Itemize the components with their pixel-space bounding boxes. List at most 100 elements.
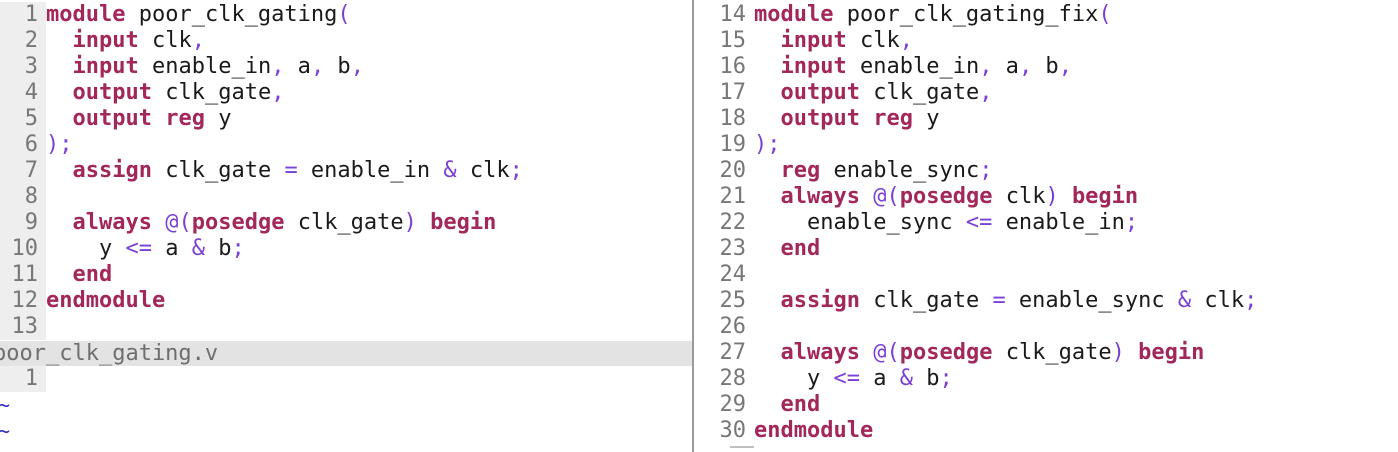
left-editor-pane[interactable]: 1 module poor_clk_gating(2 input clk, 3 in… [0,0,692,452]
identifier-token: enable_in [992,210,1125,235]
identifier-token [46,158,73,183]
code-line[interactable]: 21 always @(posedge clk) begin [700,184,1257,210]
keyword-token: end [72,262,113,287]
identifier-token: a [992,54,1019,79]
identifier-token: b [324,54,351,79]
code-text[interactable]: ); [754,132,781,157]
code-text[interactable]: y <= a & b; [46,236,245,261]
identifier-token: enable_sync [1005,288,1178,313]
keyword-token: input [780,28,847,53]
code-line[interactable]: 6); [0,132,523,158]
line-number: 18 [719,106,747,131]
identifier-token [46,80,73,105]
code-text[interactable]: always @(posedge clk) begin [754,184,1139,209]
code-line[interactable]: 23 end [700,236,1257,262]
code-line[interactable]: 14 module poor_clk_gating_fix( [700,2,1257,28]
keyword-token: endmodule [46,288,166,313]
code-text[interactable]: y <= a & b; [754,366,953,391]
code-line[interactable]: 11 end [0,262,523,288]
code-line[interactable]: 25 assign clk_gate = enable_sync & clk; [700,288,1258,314]
operator-token: ; [979,158,993,183]
code-text[interactable]: input enable_in, a, b, [46,54,364,79]
identifier-token: enable_sync [754,210,966,235]
code-text[interactable]: module poor_clk_gating_fix( [754,2,1112,27]
code-text[interactable]: ); [46,132,73,157]
code-line[interactable]: 26 [700,314,1257,340]
code-text[interactable]: input clk, [754,28,913,53]
identifier-token [754,392,781,417]
code-text[interactable]: assign clk_gate = enable_sync & clk; [754,288,1258,313]
code-text[interactable]: endmodule [754,418,873,443]
code-text[interactable]: enable_sync <= enable_in; [754,210,1138,235]
keyword-token: always [780,340,860,365]
left-code-editor[interactable]: 1 module poor_clk_gating(2 input clk, 3 in… [0,2,523,340]
code-line[interactable]: 16 input enable_in, a, b, [700,54,1257,80]
identifier-token [754,288,781,313]
right-editor-pane[interactable]: 14 module poor_clk_gating_fix(15 input cl… [694,0,1398,452]
code-text[interactable]: output clk_gate, [46,80,285,105]
code-line[interactable]: 24 [700,262,1257,288]
code-line[interactable]: 10 y <= a & b; [0,236,523,262]
code-text[interactable]: input clk, [46,28,205,53]
filename-statusbar: poor_clk_gating.v [0,341,692,366]
code-text[interactable]: end [754,392,821,417]
code-line[interactable]: 15 input clk, [700,28,1257,54]
code-line[interactable]: 29 end [700,392,1257,418]
identifier-token: enable_sync [820,158,980,183]
operator-token: ; [509,158,523,183]
line-number: 3 [0,54,46,80]
right-code-editor[interactable]: 14 module poor_clk_gating_fix(15 input cl… [700,2,1258,444]
operator-token: , [310,54,325,79]
command-buffer[interactable]: 1 ~ ~ [0,366,692,444]
code-line[interactable]: 5 output reg y [0,106,523,132]
code-text[interactable]: output reg y [46,106,232,131]
code-line[interactable]: 12 endmodule [0,288,523,314]
line-number: 29 [719,392,747,417]
code-line[interactable]: 19); [700,132,1257,158]
line-number: 20 [719,158,747,183]
keyword-token: input [780,54,847,79]
code-line[interactable]: 2 input clk, [0,28,523,54]
code-text[interactable]: always @(posedge clk_gate) begin [754,340,1205,365]
command-line[interactable]: 1 [0,366,692,392]
line-number: 26 [719,314,747,339]
identifier-token: clk [138,28,192,53]
code-line[interactable]: 8 [0,184,523,210]
line-number: 5 [0,106,46,132]
line-number: 23 [719,236,747,261]
identifier-token: clk_gate [992,340,1112,365]
identifier-token: poor_clk_gating_fix [833,2,1099,27]
keyword-token: endmodule [754,418,874,443]
code-line[interactable]: 27 always @(posedge clk_gate) begin [700,340,1257,366]
code-text[interactable]: endmodule [46,288,165,313]
code-line[interactable]: 28 y <= a & b; [700,366,1257,392]
code-line[interactable]: 3 input enable_in, a, b, [0,54,523,80]
operator-token: & [191,236,205,261]
code-line[interactable]: 7 assign clk_gate = enable_in & clk; [0,158,523,184]
code-text[interactable]: reg enable_sync; [754,158,993,183]
code-line[interactable]: 30 endmodule [700,418,1257,444]
code-text[interactable]: always @(posedge clk_gate) begin [46,210,497,235]
code-line[interactable]: 17 output clk_gate, [700,80,1257,106]
code-text[interactable]: end [754,236,821,261]
code-line[interactable]: 22 enable_sync <= enable_in; [700,210,1257,236]
line-number: 16 [719,54,747,79]
code-line[interactable]: 18 output reg y [700,106,1257,132]
code-text[interactable]: end [46,262,113,287]
code-text[interactable]: output reg y [754,106,940,131]
identifier-token: clk_gate [151,158,285,183]
code-text[interactable]: module poor_clk_gating( [46,2,351,27]
code-text[interactable]: input enable_in, a, b, [754,54,1072,79]
code-line[interactable]: 20 reg enable_sync; [700,158,1257,184]
code-line[interactable]: 9 always @(posedge clk_gate) begin [0,210,523,236]
identifier-token: enable_in [297,158,444,183]
code-text[interactable]: output clk_gate, [754,80,993,105]
code-line[interactable]: 4 output clk_gate, [0,80,523,106]
code-line[interactable]: 1 module poor_clk_gating( [0,2,523,28]
identifier-token [417,210,430,235]
tilde-marker: ~ [0,393,11,417]
code-text[interactable]: assign clk_gate = enable_in & clk; [46,158,523,183]
code-line[interactable]: 13 [0,314,523,340]
keyword-token: output [72,106,152,131]
identifier-token [1059,184,1072,209]
